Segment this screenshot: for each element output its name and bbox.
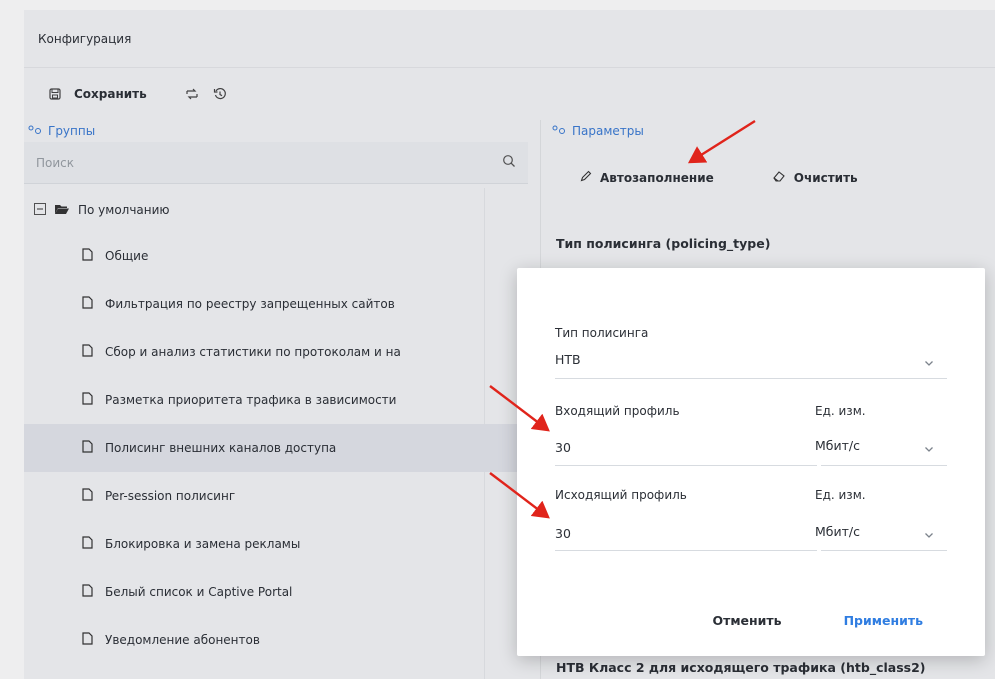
tree-item-label: Разметка приоритета трафика в зависимост… <box>105 393 397 407</box>
file-icon <box>82 632 93 648</box>
inbound-unit-select[interactable]: Мбит/с <box>815 438 860 453</box>
clear-label: Очистить <box>793 170 858 185</box>
file-icon <box>82 488 93 504</box>
tree-item-label: Per-session полисинг <box>105 489 236 503</box>
autofill-label: Автозаполнение <box>600 170 714 185</box>
tree-item[interactable]: Кэширование <box>24 664 528 679</box>
tree-root-label: По умолчанию <box>78 203 170 217</box>
tree-item-label: Полисинг внешних каналов доступа <box>105 441 337 455</box>
file-icon <box>82 344 93 360</box>
autofill-button[interactable]: Автозаполнение <box>580 170 714 185</box>
tree-item[interactable]: Общие <box>24 232 528 280</box>
outbound-unit-underline <box>821 550 947 551</box>
tree-item[interactable]: Уведомление абонентов <box>24 616 528 664</box>
inbound-unit-underline <box>821 465 947 466</box>
history-icon[interactable] <box>209 83 231 105</box>
tree-item[interactable]: Белый список и Captive Portal <box>24 568 528 616</box>
chevron-down-icon[interactable] <box>923 354 935 366</box>
autofill-dialog: Тип полисинга HTB Входящий профиль Ед. и… <box>517 268 985 656</box>
file-icon <box>82 584 93 600</box>
collapse-icon[interactable] <box>34 202 46 218</box>
params-header-label: Параметры <box>572 124 644 138</box>
cancel-button[interactable]: Отменить <box>712 613 781 628</box>
policing-type-field-label: Тип полисинга (policing_type) <box>556 236 771 251</box>
folder-open-icon <box>54 203 70 218</box>
save-icon <box>44 83 66 105</box>
params-header: Параметры <box>552 120 644 142</box>
search-icon[interactable] <box>502 154 516 171</box>
pencil-icon <box>580 170 592 185</box>
outbound-profile-underline <box>555 550 817 551</box>
tree-item-label: Уведомление абонентов <box>105 633 260 647</box>
apply-button[interactable]: Применить <box>844 613 923 628</box>
htb-class2-field-label: HTB Класс 2 для исходящего трафика (htb_… <box>556 660 926 675</box>
tree-item-label: Сбор и анализ статистики по протоколам и… <box>105 345 401 359</box>
tree-root-default[interactable]: По умолчанию <box>24 188 528 232</box>
tree-item[interactable]: Фильтрация по реестру запрещенных сайтов <box>24 280 528 328</box>
eraser-icon <box>772 170 786 185</box>
outbound-profile-input[interactable]: 30 <box>555 526 571 541</box>
file-icon <box>82 392 93 408</box>
clear-button[interactable]: Очистить <box>772 170 858 185</box>
outbound-unit-label: Ед. изм. <box>815 488 866 502</box>
tree-item-label: Блокировка и замена рекламы <box>105 537 301 551</box>
toolbar: Сохранить <box>24 68 995 120</box>
tree-item-label: Фильтрация по реестру запрещенных сайтов <box>105 297 395 311</box>
tree-item[interactable]: Сбор и анализ статистики по протоколам и… <box>24 328 528 376</box>
params-actions: Автозаполнение Очистить <box>580 170 858 185</box>
policing-type-underline <box>555 378 947 379</box>
groups-header-label: Группы <box>48 124 96 138</box>
inbound-unit-label: Ед. изм. <box>815 404 866 418</box>
file-icon <box>82 248 93 264</box>
policing-type-label: Тип полисинга <box>555 326 649 340</box>
tree-item-label: Белый список и Captive Portal <box>105 585 293 599</box>
save-button-label: Сохранить <box>74 87 147 101</box>
dialog-actions: Отменить Применить <box>517 613 985 628</box>
tree-item[interactable]: Полисинг внешних каналов доступа <box>24 424 528 472</box>
tree-item[interactable]: Разметка приоритета трафика в зависимост… <box>24 376 528 424</box>
chevron-down-icon[interactable] <box>923 526 935 538</box>
groups-tree: По умолчанию Общие Фильтрация по реестру … <box>24 188 528 679</box>
save-button[interactable]: Сохранить <box>38 79 153 109</box>
tree-item-label: Общие <box>105 249 149 263</box>
params-icon <box>552 124 566 138</box>
outbound-unit-select[interactable]: Мбит/с <box>815 524 860 539</box>
search-placeholder: Поиск <box>36 155 75 170</box>
inbound-profile-label: Входящий профиль <box>555 404 680 418</box>
transfer-icon[interactable] <box>181 83 203 105</box>
inbound-profile-input[interactable]: 30 <box>555 440 571 455</box>
policing-type-select[interactable]: HTB <box>555 352 581 367</box>
groups-icon <box>28 124 42 138</box>
groups-search-input[interactable]: Поиск <box>24 142 528 184</box>
tree-item[interactable]: Блокировка и замена рекламы <box>24 520 528 568</box>
inbound-profile-underline <box>555 465 817 466</box>
window-title: Конфигурация <box>24 10 995 68</box>
outbound-profile-label: Исходящий профиль <box>555 488 687 502</box>
file-icon <box>82 440 93 456</box>
groups-header: Группы <box>28 120 95 142</box>
file-icon <box>82 296 93 312</box>
chevron-down-icon[interactable] <box>923 440 935 452</box>
tree-item[interactable]: Per-session полисинг <box>24 472 528 520</box>
file-icon <box>82 536 93 552</box>
